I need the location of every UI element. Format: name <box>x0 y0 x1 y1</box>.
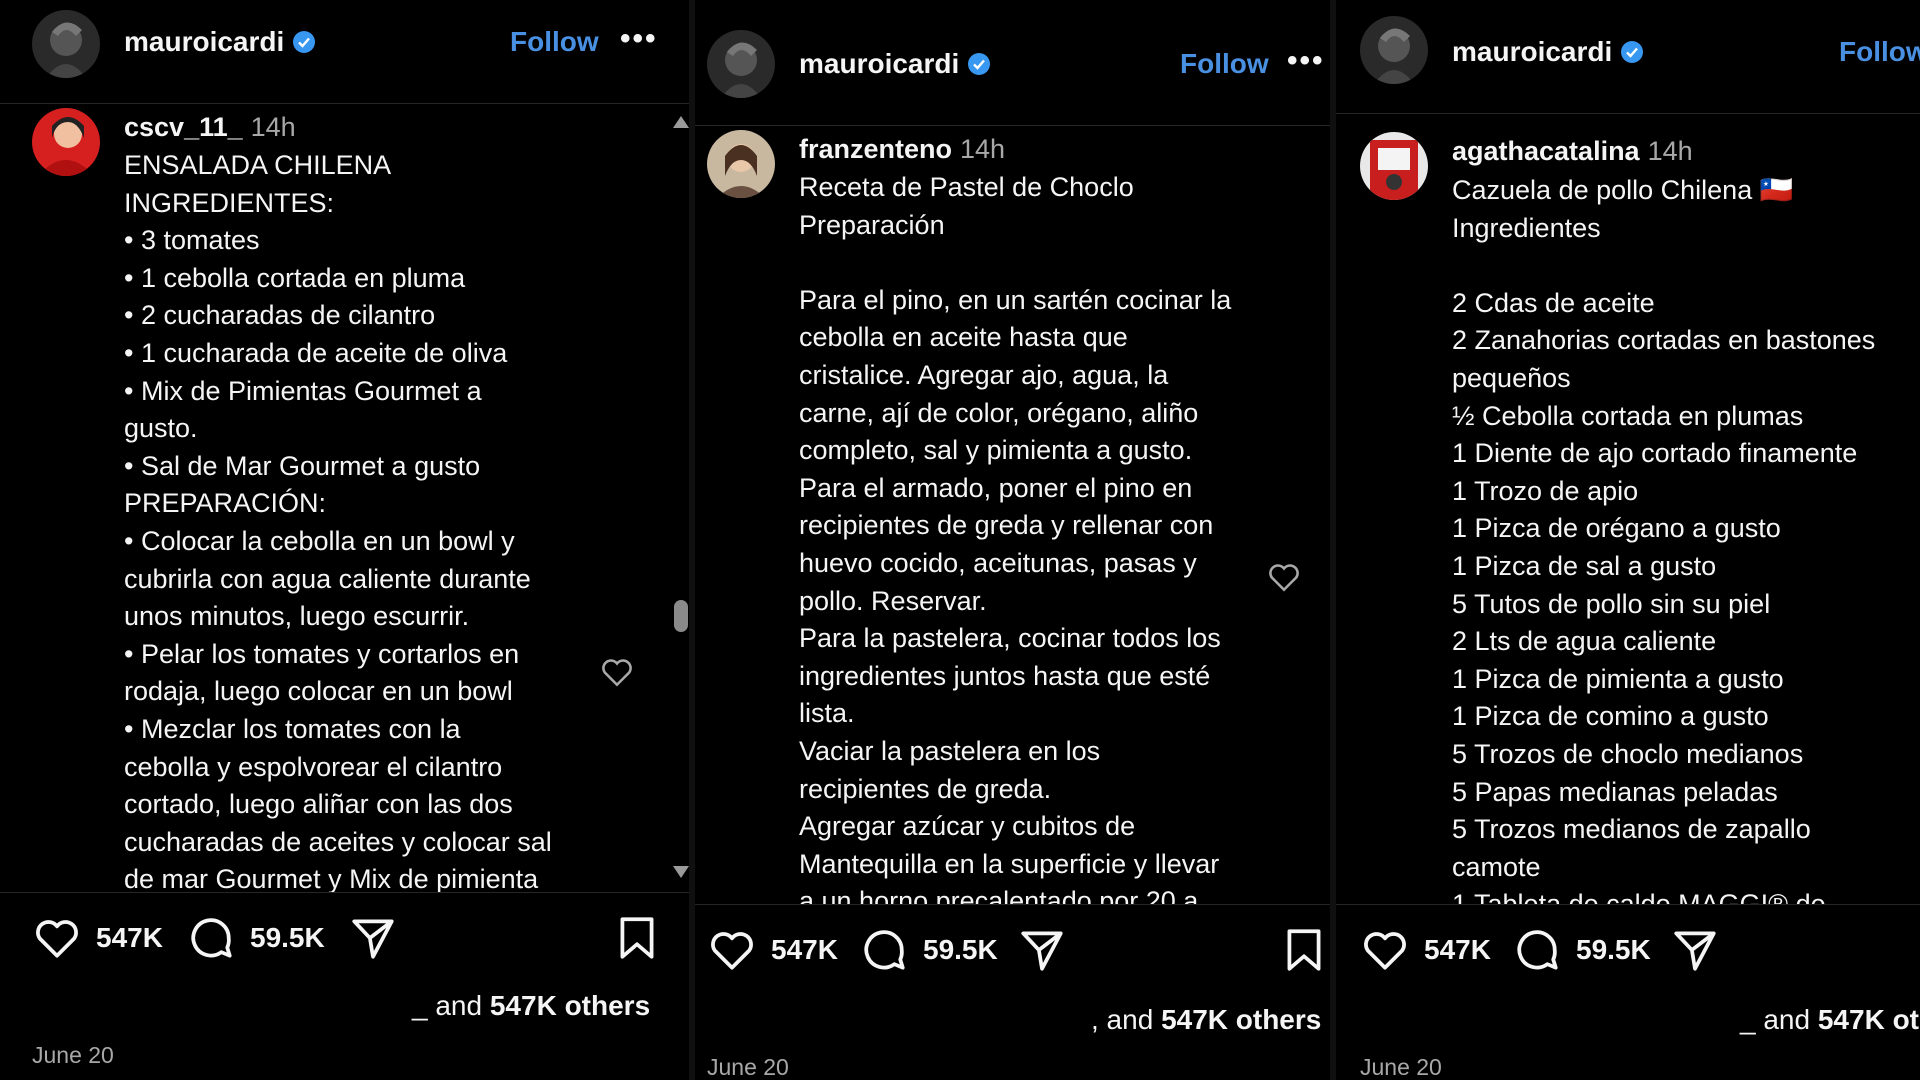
comment-icon[interactable] <box>186 913 236 963</box>
share-action[interactable] <box>1017 925 1067 975</box>
comment-count: 59.5K <box>1576 934 1651 965</box>
liked-by-summary[interactable]: _ and 547K others <box>412 990 650 1022</box>
share-icon[interactable] <box>1017 925 1067 975</box>
comment-like-heart-icon[interactable] <box>1267 560 1301 594</box>
comment-icon[interactable] <box>1512 925 1562 975</box>
post-header: mauroicardi Follow ••• <box>695 0 1330 126</box>
like-action[interactable]: 547K <box>32 913 163 963</box>
scroll-up-arrow[interactable] <box>673 116 689 128</box>
screenshot-collage: { "panels": [ { "post_author": "mauroica… <box>0 0 1920 1080</box>
verified-badge-icon <box>293 31 316 53</box>
commenter-username[interactable]: franzenteno 14h <box>799 134 1005 165</box>
like-count: 547K <box>1424 934 1491 965</box>
comment-time: 14h <box>250 112 296 142</box>
more-options-icon[interactable]: ••• <box>1287 44 1325 78</box>
follow-button[interactable]: Follow <box>1839 36 1920 68</box>
comment-text: ENSALADA CHILENA INGREDIENTES: • 3 tomat… <box>124 150 552 892</box>
post-header: mauroicardi Follow <box>1336 0 1920 114</box>
author-username[interactable]: mauroicardi <box>1452 36 1644 68</box>
like-action[interactable]: 547K <box>707 925 838 975</box>
heart-icon[interactable] <box>32 913 82 963</box>
commenter-avatar[interactable] <box>1360 132 1428 200</box>
heart-icon[interactable] <box>707 925 757 975</box>
post-panel-2: mauroicardi Follow ••• franzenteno 14h Re… <box>695 0 1330 1080</box>
share-icon[interactable] <box>348 913 398 963</box>
save-action[interactable] <box>1279 925 1329 975</box>
scroll-thumb[interactable] <box>674 600 688 632</box>
like-count: 547K <box>96 922 163 953</box>
save-action[interactable] <box>612 913 662 963</box>
follow-button[interactable]: Follow <box>1180 48 1269 80</box>
comment-action[interactable]: 59.5K <box>859 925 998 975</box>
post-action-bar: 547K 59.5K <box>695 904 1330 994</box>
heart-icon[interactable] <box>1360 925 1410 975</box>
post-header: mauroicardi Follow ••• <box>0 0 689 104</box>
commenter-avatar[interactable] <box>707 130 775 198</box>
commenter-username[interactable]: agathacatalina 14h <box>1452 136 1693 167</box>
comments-scrollbar[interactable] <box>670 110 689 885</box>
more-options-icon[interactable]: ••• <box>620 22 658 56</box>
share-action[interactable] <box>1670 925 1720 975</box>
author-username[interactable]: mauroicardi <box>124 26 316 58</box>
comment-text: Cazuela de pollo Chilena 🇨🇱 Ingredientes… <box>1452 175 1876 904</box>
comment-time: 14h <box>960 134 1006 164</box>
like-count: 547K <box>771 934 838 965</box>
like-action[interactable]: 547K <box>1360 925 1491 975</box>
liked-by-summary[interactable]: _ and 547K ot <box>1740 1004 1919 1036</box>
share-icon[interactable] <box>1670 925 1720 975</box>
share-action[interactable] <box>348 913 398 963</box>
post-panel-1: mauroicardi Follow ••• cscv_11_ 14h ENSAL… <box>0 0 689 1080</box>
liked-by-summary[interactable]: , and 547K others <box>1091 1004 1321 1036</box>
author-avatar[interactable] <box>32 10 100 78</box>
follow-button[interactable]: Follow <box>510 26 599 58</box>
bookmark-icon[interactable] <box>612 913 662 963</box>
comment-like-heart-icon[interactable] <box>600 655 634 689</box>
post-panel-3: mauroicardi Follow agathacatalina 14h Caz… <box>1336 0 1920 1080</box>
commenter-avatar[interactable] <box>32 108 100 176</box>
comment-action[interactable]: 59.5K <box>1512 925 1651 975</box>
author-username[interactable]: mauroicardi <box>799 48 991 80</box>
verified-badge-icon <box>968 53 991 75</box>
commenter-username[interactable]: cscv_11_ 14h <box>124 112 296 143</box>
scroll-down-arrow[interactable] <box>673 866 689 878</box>
post-date: June 20 <box>707 1054 789 1080</box>
comment-count: 59.5K <box>923 934 998 965</box>
post-action-bar: 547K 59.5K <box>1336 904 1920 994</box>
post-date: June 20 <box>32 1042 114 1068</box>
author-avatar[interactable] <box>707 30 775 98</box>
author-avatar[interactable] <box>1360 16 1428 84</box>
comment-text: Receta de Pastel de Choclo Preparación P… <box>799 172 1232 904</box>
post-action-bar: 547K 59.5K <box>0 892 689 982</box>
post-date: June 20 <box>1360 1054 1442 1080</box>
comment-time: 14h <box>1647 136 1693 166</box>
verified-badge-icon <box>1621 41 1644 63</box>
comment-action[interactable]: 59.5K <box>186 913 325 963</box>
bookmark-icon[interactable] <box>1279 925 1329 975</box>
comment-count: 59.5K <box>250 922 325 953</box>
comment-icon[interactable] <box>859 925 909 975</box>
